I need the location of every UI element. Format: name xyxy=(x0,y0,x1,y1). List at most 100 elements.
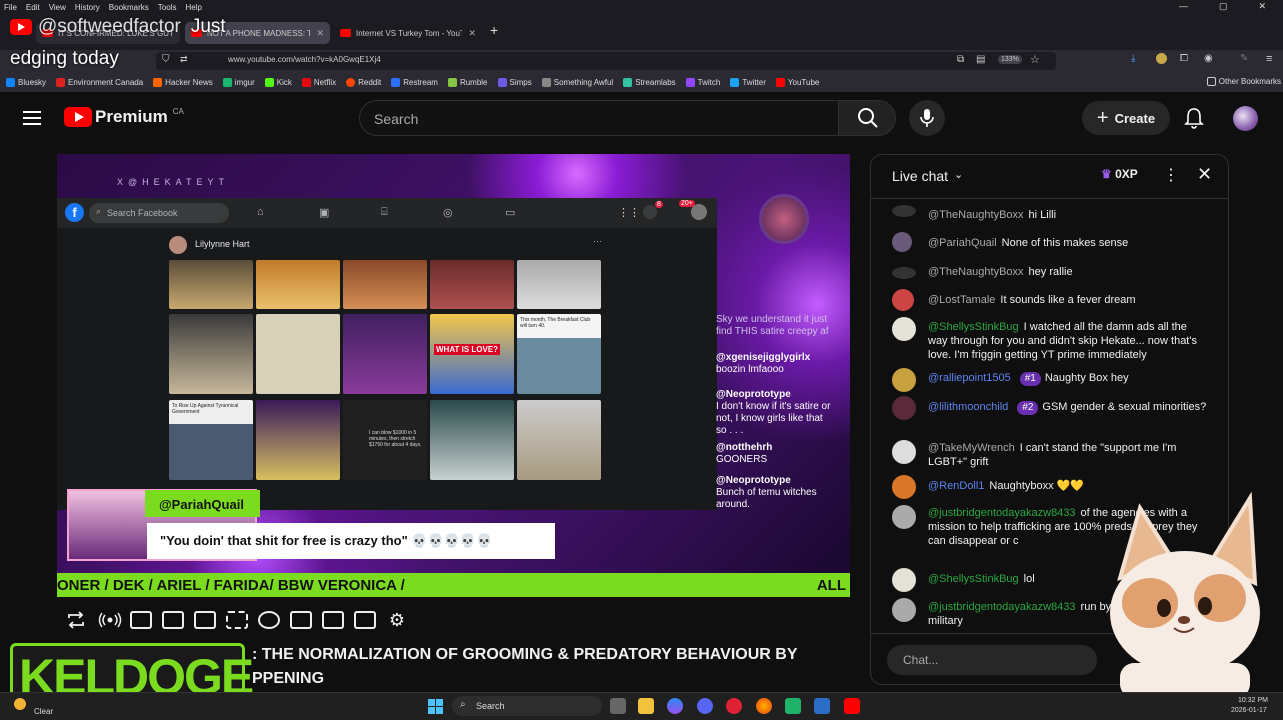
youtube-premium-logo[interactable]: Premium CA xyxy=(64,107,184,127)
chat-author[interactable]: @ralliepoint1505 xyxy=(928,372,1011,384)
facebook-post-header: Lilylynne Hart ··· xyxy=(167,234,607,256)
permissions-icon[interactable]: ⇄ xyxy=(180,54,188,65)
chat-author[interactable]: @ShellysStinkBug xyxy=(928,573,1019,585)
download-icon[interactable]: ⤓ xyxy=(1131,53,1135,64)
chat-author[interactable]: @LostTamale xyxy=(928,294,995,306)
bookmark-reddit[interactable]: Reddit xyxy=(346,77,381,87)
bookmark-streamlabs[interactable]: Streamlabs xyxy=(623,77,676,87)
user-avatar[interactable] xyxy=(1233,106,1258,131)
voice-search-button[interactable] xyxy=(909,100,945,136)
weather-widget[interactable] xyxy=(14,698,26,710)
menu-help[interactable]: Help xyxy=(185,3,201,12)
clip-icon[interactable] xyxy=(162,611,184,629)
app-menu-icon[interactable]: ≡ xyxy=(1266,53,1272,65)
xp-badge[interactable]: ♛ 0XP xyxy=(1101,167,1138,181)
picture-in-picture-icon[interactable]: ⧉ xyxy=(957,54,964,65)
bookmark-rumble[interactable]: Rumble xyxy=(447,77,488,87)
loop-icon[interactable] xyxy=(66,611,88,629)
chat-input[interactable]: Chat... xyxy=(887,645,1097,675)
create-button[interactable]: + Create xyxy=(1082,101,1170,135)
taskbar-search[interactable]: ⌕ Search xyxy=(452,696,602,716)
bookmark-youtube[interactable]: YouTube xyxy=(775,77,819,87)
file-explorer-icon[interactable] xyxy=(638,698,654,714)
chat-author[interactable]: @TheNaughtyBoxx xyxy=(928,209,1024,221)
bookmark-environment-canada[interactable]: Environment Canada xyxy=(56,77,143,87)
bookmark-netflix[interactable]: Netflix xyxy=(301,77,336,87)
video-player[interactable]: X@HEKATEYT f ⌕ Search Facebook ⌂ ▣ ⌸ ◎ ▭… xyxy=(57,154,850,597)
chat-author[interactable]: @ShellysStinkBug xyxy=(928,321,1019,333)
close-chat-icon[interactable]: ✕ xyxy=(1197,164,1212,185)
live-indicator-icon[interactable] xyxy=(98,611,122,629)
close-tab-icon[interactable]: ✕ xyxy=(310,28,324,39)
search-button[interactable] xyxy=(838,100,896,136)
live-chat-title[interactable]: Live chat xyxy=(892,168,948,184)
maximize-icon[interactable]: ▢ xyxy=(1219,1,1228,12)
notifications-bell-icon[interactable] xyxy=(1184,107,1204,129)
firefox-icon[interactable] xyxy=(756,698,772,714)
bookmark-twitter[interactable]: Twitter xyxy=(730,77,766,87)
create-label: Create xyxy=(1114,110,1156,126)
bookmark-star-icon[interactable]: ☆ xyxy=(1030,53,1040,66)
extensions-puzzle-icon[interactable]: ⧠ xyxy=(1180,53,1188,64)
chat-message: @TheNaughtyBoxx hey rallie xyxy=(928,265,1208,279)
close-tab-icon[interactable]: ✕ xyxy=(462,28,476,39)
clock-time[interactable]: 10:32 PM xyxy=(1238,697,1268,704)
bookmark-restream[interactable]: Restream xyxy=(391,77,438,87)
copilot-icon[interactable] xyxy=(667,698,683,714)
bookmark-simps[interactable]: Simps xyxy=(497,77,532,87)
theater-mode-icon[interactable] xyxy=(226,611,248,629)
menu-view[interactable]: View xyxy=(49,3,66,12)
word-icon[interactable] xyxy=(814,698,830,714)
captions-icon[interactable] xyxy=(130,611,152,629)
chat-author[interactable]: @lilithmoonchild xyxy=(928,401,1008,413)
miniplayer-icon[interactable] xyxy=(194,611,216,629)
new-tab-button[interactable]: + xyxy=(490,22,498,38)
close-window-icon[interactable]: ✕ xyxy=(1258,1,1266,12)
settings-gear-icon[interactable]: ⚙ xyxy=(386,611,408,629)
task-view-icon[interactable] xyxy=(610,698,626,714)
tab-3[interactable]: Internet VS Turkey Tom - YouTu ✕ xyxy=(334,22,482,44)
hamburger-menu-icon[interactable] xyxy=(23,111,41,125)
chat-author[interactable]: @justbridgentodayakazw8433 xyxy=(928,507,1076,519)
chat-author[interactable]: @justbridgentodayakazw8433 xyxy=(928,601,1076,613)
region-code: CA xyxy=(172,106,184,116)
menu-edit[interactable]: Edit xyxy=(26,3,40,12)
chat-author[interactable]: @RenDoll1 xyxy=(928,480,984,492)
reader-view-icon[interactable]: ▤ xyxy=(976,54,985,65)
chevron-down-icon[interactable]: ⌄ xyxy=(954,168,963,181)
more-options-icon[interactable]: ⋮ xyxy=(1163,165,1179,185)
menu-file[interactable]: File xyxy=(4,3,17,12)
bookmark-hacker-news[interactable]: Hacker News xyxy=(153,77,213,87)
keyboard-icon[interactable] xyxy=(354,611,376,629)
notification-count: 8 xyxy=(655,201,663,208)
bookmark-imgur[interactable]: imgur xyxy=(222,77,255,87)
extension-pen-icon[interactable]: ✎ xyxy=(1240,53,1248,64)
screenshot-icon[interactable] xyxy=(322,611,344,629)
account-icon[interactable]: ◉ xyxy=(1204,53,1213,64)
chat-author[interactable]: @PariahQuail xyxy=(928,237,997,249)
youtube-app-icon[interactable] xyxy=(844,698,860,714)
extension-icon[interactable] xyxy=(1156,53,1167,64)
windows-start-icon[interactable] xyxy=(428,699,443,714)
app-red-icon[interactable] xyxy=(726,698,742,714)
bookmark-twitch[interactable]: Twitch xyxy=(685,77,720,87)
zoom-level[interactable]: 133% xyxy=(998,55,1022,64)
chat-author[interactable]: @TheNaughtyBoxx xyxy=(928,266,1024,278)
bookmark-something-awful[interactable]: Something Awful xyxy=(541,77,613,87)
bookmark-bluesky[interactable]: Bluesky xyxy=(6,77,46,87)
menu-history[interactable]: History xyxy=(75,3,100,12)
menu-tools[interactable]: Tools xyxy=(158,3,177,12)
other-bookmarks[interactable]: Other Bookmarks xyxy=(1206,77,1281,86)
menu-bookmarks[interactable]: Bookmarks xyxy=(109,3,149,12)
search-input[interactable]: Search xyxy=(359,100,839,136)
clock-date[interactable]: 2026-01-17 xyxy=(1231,707,1267,714)
shield-icon[interactable]: ⛉ xyxy=(162,54,170,65)
overlay-chat-line: Sky we understand it just find THIS sati… xyxy=(716,314,829,337)
bookmark-kick[interactable]: Kick xyxy=(264,77,292,87)
discord-icon[interactable] xyxy=(697,698,713,714)
chat-author[interactable]: @TakeMyWrench xyxy=(928,442,1015,454)
playback-speed-icon[interactable] xyxy=(258,611,280,629)
minimize-icon[interactable]: — xyxy=(1179,1,1188,12)
add-clip-icon[interactable] xyxy=(290,611,312,629)
obs-icon[interactable] xyxy=(785,698,801,714)
